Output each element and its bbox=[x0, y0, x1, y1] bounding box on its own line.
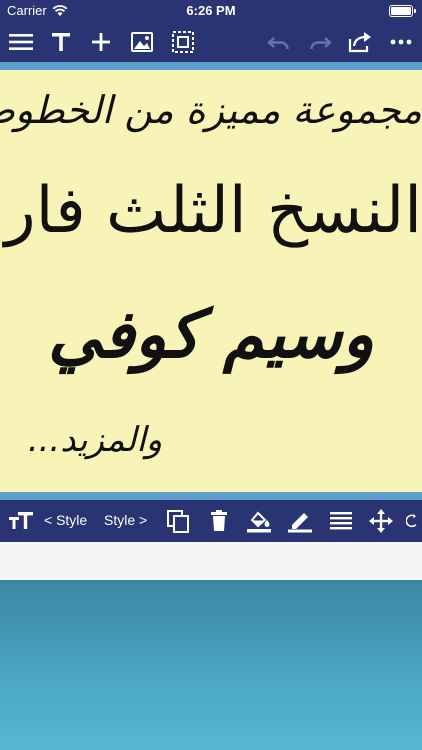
next-style-button[interactable]: Style > bbox=[104, 512, 147, 528]
clock: 6:26 PM bbox=[186, 3, 236, 18]
plus-icon[interactable] bbox=[88, 30, 114, 54]
fill-color-icon[interactable] bbox=[246, 509, 272, 533]
top-toolbar bbox=[0, 22, 422, 62]
design-canvas[interactable]: مجموعة مميزة من الخطوط النسخ الثلث فارسي… bbox=[0, 70, 422, 492]
previous-style-button[interactable]: < Style bbox=[44, 512, 87, 528]
font-size-icon[interactable] bbox=[8, 509, 34, 533]
battery-icon bbox=[389, 5, 416, 17]
canvas-text-line[interactable]: مجموعة مميزة من الخطوط bbox=[0, 88, 422, 132]
canvas-text-line[interactable]: وسيم كوفي bbox=[0, 296, 422, 373]
align-icon[interactable] bbox=[328, 509, 354, 533]
move-icon[interactable] bbox=[368, 509, 394, 533]
rotate-icon[interactable] bbox=[406, 509, 422, 533]
menu-icon[interactable] bbox=[8, 30, 34, 54]
background-area bbox=[0, 580, 422, 750]
share-icon[interactable] bbox=[347, 30, 373, 54]
status-bar: Carrier 6:26 PM bbox=[0, 0, 422, 22]
image-icon[interactable] bbox=[129, 30, 155, 54]
more-icon[interactable] bbox=[388, 30, 414, 54]
style-toolbar: < Style Style > bbox=[0, 500, 422, 542]
redo-icon[interactable] bbox=[307, 30, 333, 54]
stroke-color-icon[interactable] bbox=[287, 509, 313, 533]
content-strip bbox=[0, 542, 422, 580]
trash-icon[interactable] bbox=[206, 509, 232, 533]
select-frame-icon[interactable] bbox=[170, 30, 196, 54]
text-icon[interactable] bbox=[48, 30, 74, 54]
undo-icon[interactable] bbox=[266, 30, 292, 54]
copy-icon[interactable] bbox=[166, 509, 192, 533]
canvas-text-line[interactable]: النسخ الثلث فارسي bbox=[0, 174, 422, 248]
canvas-text-line[interactable]: والمزيد... bbox=[10, 420, 180, 460]
